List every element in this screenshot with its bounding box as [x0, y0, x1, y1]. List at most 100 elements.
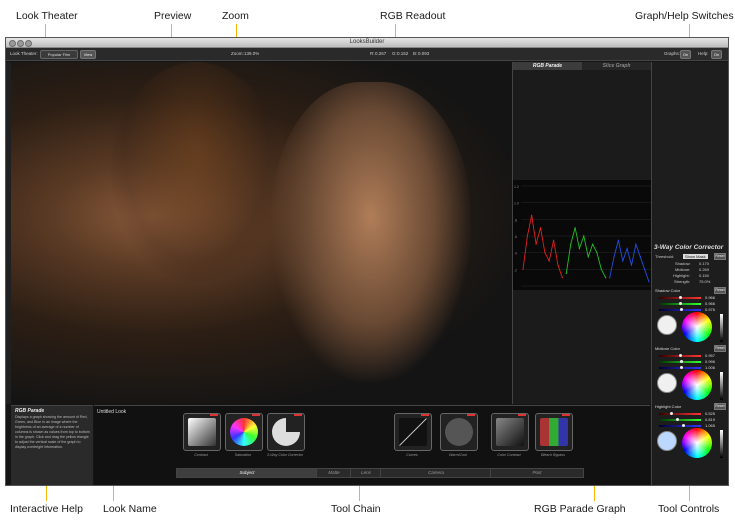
tab-slice-graph[interactable]: Slice Graph: [582, 62, 651, 70]
series-point-0-6: [548, 260, 550, 262]
category-matte[interactable]: Matte: [316, 468, 352, 478]
y-tick-label: .8: [514, 218, 517, 222]
shadow-color-label: Shadow Color: [655, 288, 681, 293]
series-point-1-6: [592, 243, 594, 245]
help-text: Displays a graph showing the amount of R…: [15, 415, 90, 449]
tool-label-bleach-bypass: Bleach Bypass: [541, 453, 565, 457]
series-point-1-8: [600, 268, 602, 270]
zoom-value: 139.0%: [244, 51, 260, 56]
series-point-2-6: [635, 243, 637, 245]
series-point-1-4: [583, 235, 585, 237]
tool-saturation[interactable]: [225, 413, 263, 451]
highlight-color-swatch[interactable]: [657, 431, 677, 451]
series-point-0-3: [535, 243, 537, 245]
look-theater-label: Look Theater:: [10, 51, 38, 56]
shadow-color-swatch[interactable]: [657, 315, 677, 335]
graphs-toggle[interactable]: On: [680, 50, 691, 59]
label-graph-help-switches: Graph/Help Switches: [635, 10, 734, 22]
shadow-red-slider[interactable]: [659, 296, 701, 299]
category-post[interactable]: Post: [490, 468, 584, 478]
midtone-color-label: Midtone Color: [655, 346, 680, 351]
view-button[interactable]: View: [80, 50, 96, 59]
tool-3-way-color-corrector[interactable]: [267, 413, 305, 451]
tool-warm-cool[interactable]: [440, 413, 478, 451]
highlight-luminance-bar[interactable]: [720, 430, 723, 458]
tool-contrast[interactable]: [183, 413, 221, 451]
midtone-reset-button[interactable]: Reset: [714, 345, 726, 352]
shadow-color-wheel[interactable]: [682, 312, 712, 342]
look-theater-select[interactable]: Popular Film: [40, 50, 78, 59]
tool-color-contrast[interactable]: [491, 413, 529, 451]
help-toggle[interactable]: On: [711, 50, 722, 59]
color-corrector-icon: [272, 418, 300, 446]
tool-label-warm-cool: Warm/Cool: [449, 453, 467, 457]
tool-label-curves: Curves: [406, 453, 418, 457]
midtone-green-slider[interactable]: [659, 360, 701, 363]
midtone-green-value: 0.996: [705, 359, 716, 364]
label-preview: Preview: [154, 10, 192, 22]
midtone-blue-slider[interactable]: [659, 366, 701, 369]
shadow-green-slider[interactable]: [659, 302, 701, 305]
midtone-luminance-bar[interactable]: [720, 372, 723, 400]
tab-rgb-parade[interactable]: RGB Parade: [513, 62, 582, 70]
highlight-red-value: 0.525: [705, 411, 716, 416]
look-name[interactable]: Untitled Look: [97, 409, 126, 415]
highlight-red-slider[interactable]: [659, 412, 701, 415]
series-point-1-7: [596, 252, 598, 254]
series-point-0-7: [553, 239, 555, 241]
label-zoom: Zoom: [222, 10, 249, 22]
series-point-2-5: [630, 264, 633, 266]
warm-cool-icon: [445, 418, 473, 446]
series-point-0-2: [531, 214, 533, 216]
highlight-reset-button[interactable]: Reset: [714, 403, 726, 410]
series-point-2-8: [644, 268, 646, 270]
midtone-color-wheel[interactable]: [682, 370, 712, 400]
y-tick-label: 1.2: [514, 185, 519, 189]
strength-value: 75.0%: [699, 279, 711, 284]
color-contrast-icon: [496, 418, 524, 446]
shadow-green-value: 0.966: [705, 301, 716, 306]
label-rgb-parade-graph: RGB Parade Graph: [534, 503, 626, 515]
series-point-1-3: [578, 247, 580, 250]
rgb-parade-graph: 1.2 1.0 .8 .6 .4 .2: [513, 180, 651, 290]
series-line-2: [609, 240, 650, 282]
preview-viewer[interactable]: [11, 62, 511, 404]
series-point-2-2: [617, 239, 619, 241]
interactive-help-panel: RGB Parade Displays a graph showing the …: [11, 405, 93, 485]
category-camera[interactable]: Camera: [380, 468, 492, 478]
midtone-color-swatch[interactable]: [657, 373, 677, 393]
highlight-blue-slider[interactable]: [659, 424, 701, 427]
contrast-icon: [188, 418, 216, 446]
show-mask-button[interactable]: Show Mask: [683, 254, 708, 259]
series-point-0-1: [526, 235, 528, 237]
series-point-2-7: [639, 256, 641, 258]
highlight-green-value: 0.819: [705, 417, 716, 422]
series-point-1-0: [565, 272, 567, 275]
highlight-value: 0.150: [699, 273, 710, 278]
preview-subject-man: [271, 82, 471, 382]
series-point-0-8: [557, 264, 559, 266]
graphs-label: Graphs:: [664, 51, 681, 56]
midtone-red-slider[interactable]: [659, 354, 701, 357]
shadow-luminance-bar[interactable]: [720, 314, 723, 342]
highlight-color-label: Highlight Color: [655, 404, 682, 409]
y-tick-label: .4: [514, 252, 517, 256]
tool-label-color-contrast: Color Contrast: [497, 453, 521, 457]
tool-bleach-bypass[interactable]: [535, 413, 573, 451]
zoom-label: Zoom:: [231, 51, 244, 56]
strength-label: Strength:: [674, 279, 691, 284]
series-line-0: [522, 215, 563, 278]
tool-curves[interactable]: [394, 413, 432, 451]
app-window: LooksBuilder Look Theater: Popular Film …: [5, 37, 729, 486]
shadow-reset-button[interactable]: Reset: [714, 287, 726, 294]
category-subject[interactable]: Subject: [176, 468, 318, 478]
category-lens[interactable]: Lens: [350, 468, 382, 478]
midtone-blue-value: 1.006: [705, 365, 716, 370]
highlight-green-slider[interactable]: [659, 418, 701, 421]
series-point-2-0: [609, 277, 611, 279]
reset-button[interactable]: Reset: [714, 253, 726, 260]
shadow-blue-slider[interactable]: [659, 308, 701, 311]
highlight-color-wheel[interactable]: [682, 428, 712, 458]
help-title: RGB Parade: [15, 408, 45, 414]
corrector-title: 3-Way Color Corrector: [654, 244, 724, 251]
